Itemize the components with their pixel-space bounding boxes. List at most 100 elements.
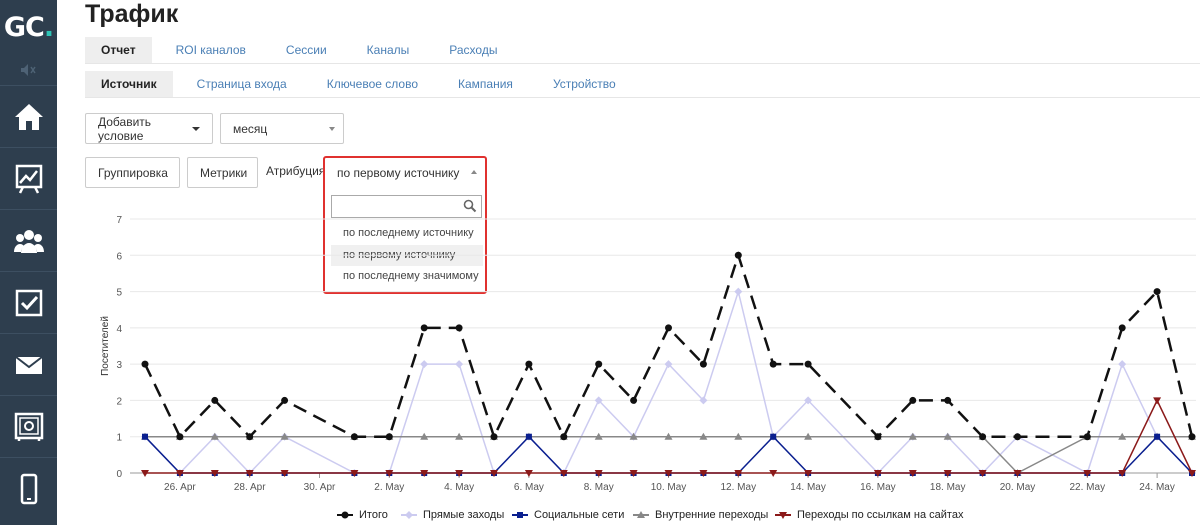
grouping-label: Группировка — [98, 165, 168, 180]
tab-keyword[interactable]: Ключевое слово — [311, 71, 434, 98]
nav-safe[interactable] — [0, 395, 57, 457]
x-tick-label: 6. May — [514, 482, 544, 493]
legend-swatch — [512, 512, 528, 518]
tab-source[interactable]: Источник — [85, 71, 173, 98]
series-point-1 — [420, 360, 429, 369]
series-point-0 — [350, 433, 358, 441]
nav-mail[interactable] — [0, 333, 57, 395]
series-point-0 — [1083, 433, 1091, 441]
legend-label: Внутренние переходы — [655, 509, 769, 521]
series-point-0 — [525, 360, 533, 368]
y-tick-label: 7 — [116, 215, 122, 226]
legend-swatch — [633, 511, 649, 518]
attribution-label: Атрибуция — [266, 164, 326, 178]
legend-label: Социальные сети — [534, 509, 625, 521]
series-point-0 — [944, 396, 952, 404]
series-point-0 — [211, 396, 219, 404]
series-point-0 — [560, 433, 568, 441]
phone-icon — [20, 473, 37, 504]
add-condition-label: Добавить условие — [98, 114, 152, 143]
nav-reports[interactable] — [0, 147, 57, 209]
nav-home[interactable] — [0, 85, 57, 147]
tab-report[interactable]: Отчет — [85, 37, 152, 64]
period-select[interactable]: месяц — [220, 113, 344, 144]
metrics-button[interactable]: Метрики — [187, 157, 258, 188]
series-point-1 — [1118, 360, 1127, 369]
series-point-2 — [1154, 433, 1161, 440]
sidebar: GC. — [0, 0, 57, 525]
tab-channels[interactable]: Каналы — [351, 37, 426, 64]
chevron-down-icon — [192, 126, 200, 131]
y-tick-label: 3 — [116, 360, 122, 371]
home-icon — [14, 103, 43, 130]
secondary-tabs-divider — [85, 97, 1200, 98]
legend-item[interactable]: Итого — [337, 509, 388, 521]
series-point-2 — [525, 433, 532, 440]
tab-sessions[interactable]: Сессии — [270, 37, 343, 64]
legend-swatch — [401, 511, 417, 519]
series-point-0 — [909, 396, 917, 404]
y-tick-label: 5 — [116, 288, 122, 299]
series-point-0 — [734, 251, 742, 259]
legend-label: Прямые заходы — [423, 509, 505, 521]
series-point-0 — [385, 433, 393, 441]
y-axis-title: Посетителей — [100, 316, 111, 376]
select-arrow-icon — [329, 127, 335, 131]
logo-dot: . — [43, 12, 54, 43]
tab-device[interactable]: Устройство — [537, 71, 632, 98]
x-tick-label: 2. May — [374, 482, 404, 493]
legend-swatch — [337, 511, 353, 519]
series-point-2 — [770, 433, 777, 440]
x-tick-label: 18. May — [930, 482, 966, 493]
safe-icon — [14, 412, 43, 441]
legend-item[interactable]: Социальные сети — [512, 509, 624, 521]
series-point-0 — [420, 324, 428, 332]
series-point-0 — [630, 396, 638, 404]
x-tick-label: 24. May — [1139, 482, 1175, 493]
legend-item[interactable]: Переходы по ссылкам на сайтах — [775, 509, 963, 521]
series-point-0 — [455, 324, 463, 332]
series-point-0 — [176, 433, 184, 441]
x-tick-label: 16. May — [860, 482, 896, 493]
nav-users[interactable] — [0, 209, 57, 271]
visitors-chart: 0 1 2 3 4 5 6 7 Посетителей 26. Apr 28. Apr 30. Apr… — [100, 215, 1196, 493]
series-point-0 — [1188, 433, 1196, 441]
attribution-select-value: по первому источнику — [337, 166, 460, 180]
tab-expenses[interactable]: Расходы — [433, 37, 513, 64]
app-root: GC. Трафик Отчет ROI каналов Сессии Кана… — [0, 0, 1200, 525]
tab-landing-page[interactable]: Страница входа — [181, 71, 303, 98]
series-point-0 — [665, 324, 672, 332]
x-tick-label: 4. May — [444, 482, 474, 493]
add-condition-button[interactable]: Добавить условие — [85, 113, 213, 144]
tab-roi-channels[interactable]: ROI каналов — [160, 37, 262, 64]
series-line-1 — [144, 288, 1193, 475]
x-tick-label: 30. Apr — [304, 482, 336, 493]
x-tick-label: 28. Apr — [234, 482, 266, 493]
y-tick-label: 1 — [116, 433, 122, 444]
tab-campaign[interactable]: Кампания — [442, 71, 529, 98]
chevron-up-icon — [471, 170, 477, 174]
series-line-2 — [144, 435, 1193, 474]
mute-icon[interactable] — [20, 63, 36, 77]
series-point-0 — [246, 433, 254, 441]
series-point-0 — [1118, 324, 1126, 332]
grouping-button[interactable]: Группировка — [85, 157, 180, 188]
y-tick-label: 4 — [116, 324, 122, 335]
legend-item[interactable]: Прямые заходы — [401, 509, 504, 521]
chart-legend: Итого Прямые заходы Социальные сети Внутрен… — [0, 509, 1200, 525]
y-tick-label: 2 — [116, 396, 122, 407]
legend-label: Переходы по ссылкам на сайтах — [797, 509, 964, 521]
x-tick-label: 20. May — [1000, 482, 1036, 493]
series-point-0 — [281, 396, 289, 404]
legend-item[interactable]: Внутренние переходы — [633, 509, 768, 521]
logo[interactable]: GC. — [0, 0, 57, 55]
series-point-0 — [769, 360, 777, 368]
attribution-select[interactable]: по первому источнику — [325, 158, 485, 188]
series-point-0 — [1153, 288, 1161, 296]
metrics-label: Метрики — [200, 165, 248, 180]
primary-tabs: Отчет ROI каналов Сессии Каналы Расходы — [85, 37, 521, 64]
chart-board-icon — [15, 164, 42, 194]
nav-tasks[interactable] — [0, 271, 57, 333]
series-point-0 — [874, 433, 882, 441]
series-point-1 — [734, 287, 743, 296]
